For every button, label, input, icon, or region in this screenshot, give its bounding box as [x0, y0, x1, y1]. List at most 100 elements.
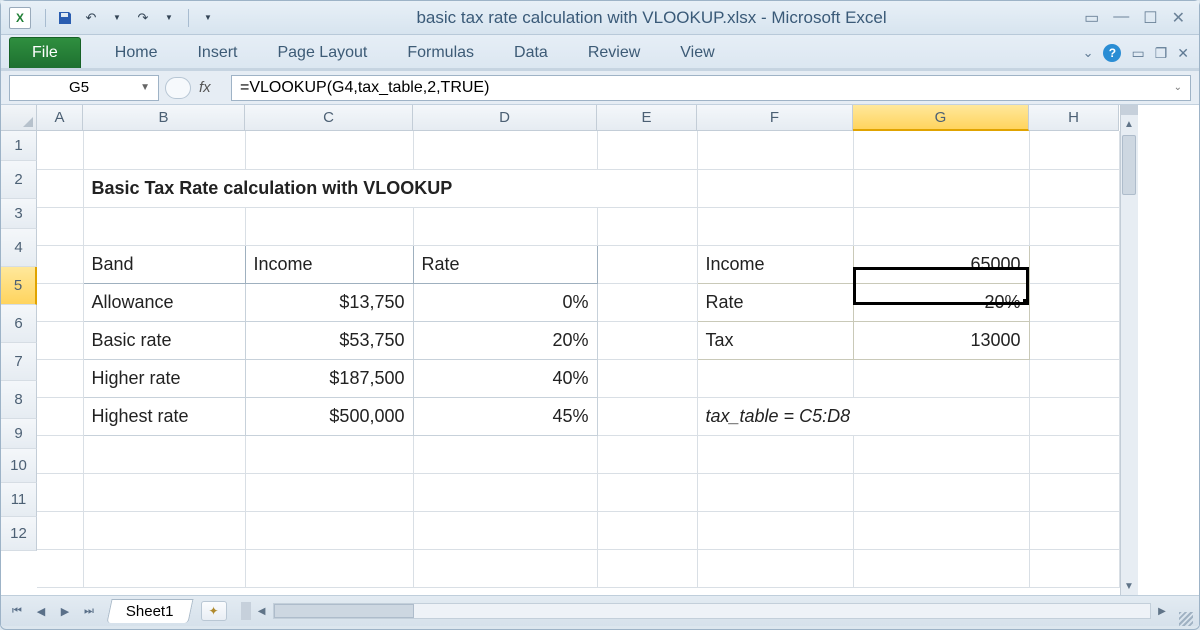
sheet-nav-last-icon[interactable]: ⏭ — [79, 601, 99, 621]
horizontal-scrollbar[interactable]: ◀ ▶ — [241, 602, 1171, 620]
col-header-D[interactable]: D — [413, 105, 597, 131]
sheet-tab-sheet1[interactable]: Sheet1 — [106, 599, 193, 623]
row-header-5[interactable]: 5 — [1, 267, 37, 305]
tab-formulas[interactable]: Formulas — [387, 38, 494, 68]
tab-home[interactable]: Home — [95, 38, 178, 68]
col-header-B[interactable]: B — [83, 105, 245, 131]
column-headers: A B C D E F G H — [37, 105, 1119, 131]
col-header-H[interactable]: H — [1029, 105, 1119, 131]
col-header-C[interactable]: C — [245, 105, 413, 131]
formula-text: =VLOOKUP(G4,tax_table,2,TRUE) — [240, 79, 489, 97]
sheet-nav-next-icon[interactable]: ▶ — [55, 601, 75, 621]
calc-income-value[interactable]: 65000 — [853, 245, 1029, 283]
tax-table-header-band: Band — [83, 245, 245, 283]
qat-customize-dropdown[interactable]: ▼ — [197, 7, 219, 29]
tax-row-band: Basic rate — [83, 321, 245, 359]
tab-page-layout[interactable]: Page Layout — [257, 38, 387, 68]
row-header-10[interactable]: 10 — [1, 449, 37, 483]
sheet-nav-prev-icon[interactable]: ◀ — [31, 601, 51, 621]
ribbon-options-icon[interactable]: ⌄ — [1083, 45, 1094, 61]
resize-grip-icon[interactable] — [1179, 612, 1193, 626]
scroll-left-icon[interactable]: ◀ — [253, 602, 271, 620]
calc-tax-label: Tax — [697, 321, 853, 359]
tax-row-rate: 45% — [413, 397, 597, 435]
name-box[interactable]: G5 ▼ — [9, 75, 159, 101]
ribbon-minimize-icon[interactable]: ▭ — [1084, 8, 1099, 28]
tax-row-rate: 20% — [413, 321, 597, 359]
window-title: basic tax rate calculation with VLOOKUP.… — [219, 8, 1084, 28]
tax-row-rate: 0% — [413, 283, 597, 321]
calc-tax-value[interactable]: 13000 — [853, 321, 1029, 359]
tax-row-income: $53,750 — [245, 321, 413, 359]
tax-table-header-rate: Rate — [413, 245, 597, 283]
row-header-7[interactable]: 7 — [1, 343, 37, 381]
formula-expand-icon[interactable]: ⌄ — [1174, 82, 1182, 93]
row-header-3[interactable]: 3 — [1, 199, 37, 229]
undo-dropdown[interactable]: ▼ — [106, 7, 128, 29]
name-box-value: G5 — [18, 79, 140, 96]
ribbon: File Home Insert Page Layout Formulas Da… — [1, 35, 1199, 71]
fx-icon[interactable]: fx — [199, 79, 223, 96]
tax-row-band: Higher rate — [83, 359, 245, 397]
quick-access-toolbar: ↶ ▼ ↷ ▼ ▼ — [41, 7, 219, 29]
sheet-nav-first-icon[interactable]: ⏮ — [7, 601, 27, 621]
tax-row-income: $13,750 — [245, 283, 413, 321]
row-header-11[interactable]: 11 — [1, 483, 37, 517]
row-header-4[interactable]: 4 — [1, 229, 37, 267]
doc-restore-icon[interactable]: ❐ — [1155, 45, 1168, 62]
row-header-8[interactable]: 8 — [1, 381, 37, 419]
tab-review[interactable]: Review — [568, 38, 660, 68]
window-maximize-icon[interactable]: ☐ — [1143, 8, 1157, 28]
tab-view[interactable]: View — [660, 38, 734, 68]
new-sheet-button[interactable]: ✦ — [201, 601, 227, 621]
help-icon[interactable]: ? — [1103, 44, 1121, 62]
vertical-scroll-thumb[interactable] — [1122, 135, 1136, 195]
calc-income-label: Income — [697, 245, 853, 283]
row-header-9[interactable]: 9 — [1, 419, 37, 449]
col-header-E[interactable]: E — [597, 105, 697, 131]
col-header-F[interactable]: F — [697, 105, 853, 131]
window-close-icon[interactable]: ✕ — [1172, 8, 1185, 28]
scroll-down-icon[interactable]: ▼ — [1121, 577, 1138, 595]
scroll-right-icon[interactable]: ▶ — [1153, 602, 1171, 620]
row-header-2[interactable]: 2 — [1, 161, 37, 199]
redo-button[interactable]: ↷ — [132, 7, 154, 29]
title-bar: X ↶ ▼ ↷ ▼ ▼ basic tax rate calculation w… — [1, 1, 1199, 35]
col-header-G[interactable]: G — [853, 105, 1029, 131]
select-all-corner[interactable] — [1, 105, 37, 131]
row-header-12[interactable]: 12 — [1, 517, 37, 551]
sheet-title: Basic Tax Rate calculation with VLOOKUP — [83, 169, 697, 207]
file-tab[interactable]: File — [9, 37, 81, 68]
excel-logo-icon: X — [9, 7, 31, 29]
tax-row-income: $500,000 — [245, 397, 413, 435]
split-box-horizontal[interactable] — [1121, 105, 1138, 115]
save-icon[interactable] — [54, 7, 76, 29]
split-box-vertical[interactable] — [241, 602, 251, 620]
named-range-note: tax_table = C5:D8 — [697, 397, 1029, 435]
calc-rate-label: Rate — [697, 283, 853, 321]
redo-dropdown[interactable]: ▼ — [158, 7, 180, 29]
tab-insert[interactable]: Insert — [177, 38, 257, 68]
undo-button[interactable]: ↶ — [80, 7, 102, 29]
name-box-dropdown-icon[interactable]: ▼ — [140, 82, 150, 93]
cells-area[interactable]: Basic Tax Rate calculation with VLOOKUP … — [37, 131, 1120, 588]
tax-row-rate: 40% — [413, 359, 597, 397]
formula-input[interactable]: =VLOOKUP(G4,tax_table,2,TRUE) ⌄ — [231, 75, 1191, 101]
row-headers: 1 2 3 4 5 6 7 8 9 10 11 12 — [1, 131, 37, 588]
cancel-formula-icon[interactable] — [165, 77, 191, 99]
row-header-1[interactable]: 1 — [1, 131, 37, 161]
tab-data[interactable]: Data — [494, 38, 568, 68]
doc-minimize-icon[interactable]: ▭ — [1131, 45, 1144, 62]
tax-row-band: Highest rate — [83, 397, 245, 435]
tax-row-income: $187,500 — [245, 359, 413, 397]
scroll-up-icon[interactable]: ▲ — [1121, 115, 1138, 133]
formula-bar: G5 ▼ fx =VLOOKUP(G4,tax_table,2,TRUE) ⌄ — [1, 71, 1199, 105]
horizontal-scroll-thumb[interactable] — [274, 604, 414, 618]
col-header-A[interactable]: A — [37, 105, 83, 131]
doc-close-icon[interactable]: ✕ — [1177, 45, 1189, 62]
vertical-scrollbar[interactable]: ▲ ▼ — [1120, 105, 1138, 595]
calc-rate-value[interactable]: 20% — [853, 283, 1029, 321]
sheet-tab-bar: ⏮ ◀ ▶ ⏭ Sheet1 ✦ ◀ ▶ — [1, 595, 1199, 626]
window-minimize-icon[interactable]: — — [1113, 8, 1129, 28]
row-header-6[interactable]: 6 — [1, 305, 37, 343]
